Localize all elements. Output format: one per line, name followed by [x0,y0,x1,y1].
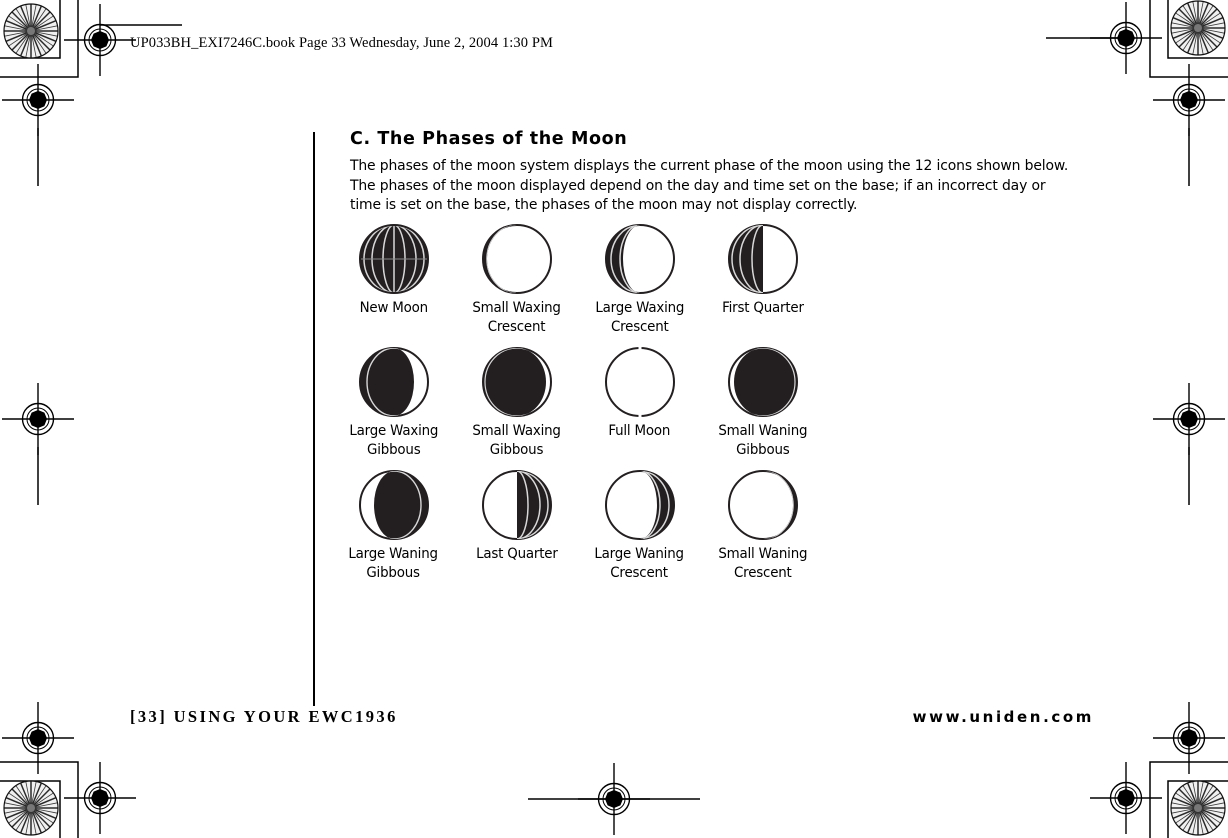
footer-website-url: www.uniden.com [912,708,1094,726]
moon-phase-cell: Small Waning Gibbous [701,345,824,459]
starburst-target-bottom-right [1170,780,1226,836]
document-header-line: UP033BH_EXI7246C.book Page 33 Wednesday,… [130,35,554,51]
moon-phase-cell: Small Waxing Gibbous [455,345,578,459]
crop-marks-bottom-left [0,761,79,838]
crop-marks-bottom-right [1149,761,1228,838]
moon-phase-label: Large Waning Gibbous [348,546,439,581]
registration-mark-bottom-left [63,761,137,835]
moon-phase-cell: Large Waning Gibbous [332,468,455,582]
moon-phase-row: New Moon Small Waxing Crescent Large Wax… [332,222,824,336]
registration-mark-left-middle [1,382,75,456]
moon-phase-label: Large Waning Crescent [594,546,685,581]
moon-phase-row: Large Waxing Gibbous Small Waxing Gibbous … [332,345,824,459]
starburst-target-bottom-left [3,780,59,836]
registration-mark-right-upper [1152,63,1226,137]
crop-marks-top-left [0,0,79,78]
moon-phase-cell: Small Waning Crescent [701,468,824,582]
section-paragraph: The phases of the moon system displays t… [350,157,1069,213]
moon-full-icon [604,347,675,418]
starburst-target-top-right [1170,0,1226,56]
footer-page-reference: [33] USING YOUR EWC1936 [130,707,398,726]
moon-phase-cell: First Quarter [701,222,824,318]
moon-phase-cell: Small Waxing Crescent [455,222,578,336]
moon-phase-label: Small Waxing Crescent [472,300,561,335]
moon-phase-label: Large Waxing Crescent [595,300,684,335]
content-column: C. The Phases of the Moon The phases of … [350,129,1110,215]
moon-phase-label: Large Waxing Gibbous [349,423,438,458]
moon-first-quarter-icon [727,224,798,294]
moon-phase-cell: Last Quarter [455,468,578,564]
registration-mark-left-upper [1,63,75,137]
moon-phase-cell: New Moon [332,222,455,318]
moon-last-quarter-icon [481,470,552,541]
registration-mark-top-right [1089,1,1163,75]
moon-large-waning-gibbous-icon [358,470,429,541]
moon-new-icon [358,224,429,294]
moon-phase-label: First Quarter [721,300,804,316]
moon-phase-label: Last Quarter [475,546,558,563]
moon-phase-cell: Full Moon [578,345,701,441]
moon-phase-cell: Large Waxing Crescent [578,222,701,336]
section-title: C. The Phases of the Moon [350,129,628,149]
moon-phase-label: Small Waning Gibbous [718,423,807,458]
moon-phase-cell: Large Waning Crescent [578,468,701,582]
left-margin-rule [313,132,315,706]
moon-large-waxing-gibbous-icon [358,347,429,418]
moon-large-waning-crescent-icon [604,470,675,541]
moon-phase-label: Small Waxing Gibbous [472,423,561,458]
moon-phase-label: New Moon [359,300,428,316]
moon-phase-cell: Large Waxing Gibbous [332,345,455,459]
registration-mark-left-lower [1,701,75,775]
registration-mark-top-left [63,3,137,77]
crop-marks-top-right [1149,0,1228,78]
registration-mark-bottom-right [1089,761,1163,835]
moon-small-waxing-crescent-icon [481,224,552,294]
moon-phase-label: Full Moon [608,423,671,440]
starburst-target-top-left [3,3,59,59]
moon-phase-row: Large Waning Gibbous Last Quarter Large … [332,468,824,582]
moon-phase-grid: New Moon Small Waxing Crescent Large Wax… [332,222,824,592]
moon-small-waning-gibbous-icon [727,347,798,418]
registration-mark-right-lower [1152,701,1226,775]
moon-large-waxing-crescent-icon [604,224,675,294]
moon-small-waning-crescent-icon [727,470,798,541]
registration-mark-right-middle [1152,382,1226,456]
moon-small-waxing-gibbous-icon [481,347,552,418]
moon-phase-label: Small Waning Crescent [718,546,807,581]
registration-mark-bottom-center [577,762,651,836]
